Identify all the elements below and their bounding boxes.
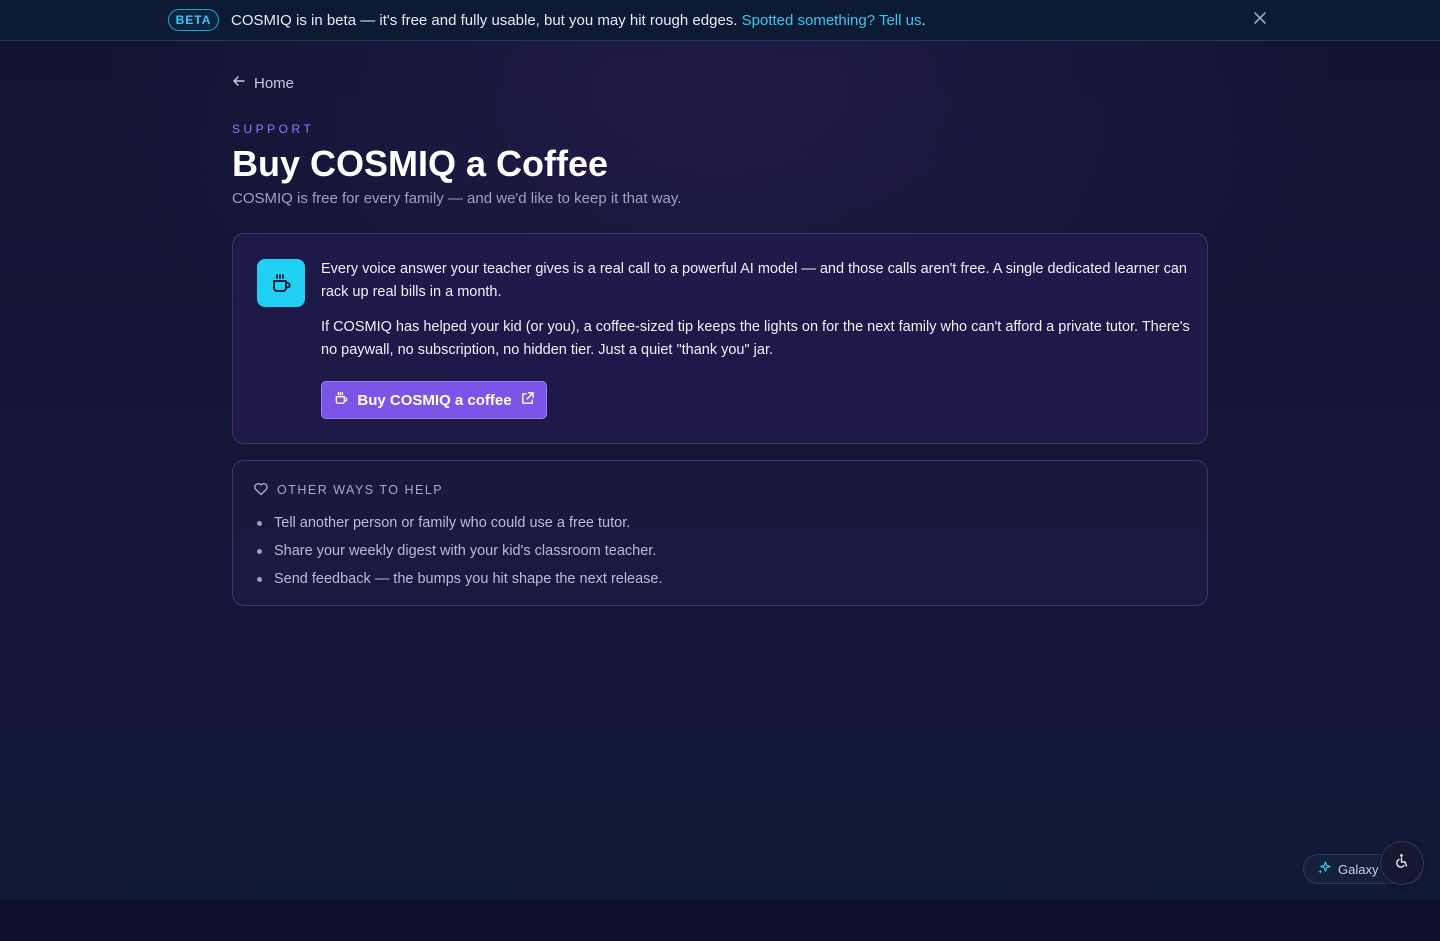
bullet-icon [257, 520, 262, 526]
other-ways-title: OTHER WAYS TO HELP [277, 483, 444, 497]
heart-icon [253, 481, 269, 500]
coffee-small-icon [333, 390, 349, 410]
list-item-text: Share your weekly digest with your kid's… [274, 543, 657, 559]
list-item: Share your weekly digest with your kid's… [257, 537, 663, 565]
accessibility-icon [1394, 853, 1410, 874]
support-paragraph-1: Every voice answer your teacher gives is… [321, 261, 1187, 300]
list-item-text: Tell another person or family who could … [274, 515, 631, 531]
bullet-icon [257, 576, 262, 582]
beta-banner: BETA COSMIQ is in beta — it's free and f… [0, 0, 1440, 41]
accessibility-button[interactable] [1380, 841, 1424, 885]
page-footer-strip [0, 900, 1440, 941]
banner-message: COSMIQ is in beta — it's free and fully … [231, 12, 926, 29]
page-eyebrow: SUPPORT [232, 122, 315, 136]
page-background [0, 0, 1440, 900]
coffee-icon [257, 259, 305, 307]
external-link-icon [520, 391, 535, 410]
galaxy-label: Galaxy [1338, 861, 1379, 877]
arrow-left-icon [232, 74, 246, 92]
bullet-icon [257, 548, 262, 554]
banner-message-text: COSMIQ is in beta — it's free and fully … [231, 12, 738, 29]
support-card: Every voice answer your teacher gives is… [232, 233, 1208, 444]
list-item: Tell another person or family who could … [257, 509, 663, 537]
list-item: Send feedback — the bumps you hit shape … [257, 565, 663, 593]
back-home-label: Home [254, 74, 295, 92]
buy-coffee-label: Buy COSMIQ a coffee [357, 391, 512, 409]
support-paragraph-2: If COSMIQ has helped your kid (or you), … [321, 319, 1190, 358]
help-list: Tell another person or family who could … [257, 509, 663, 593]
page-title: Buy COSMIQ a Coffee [232, 143, 609, 184]
feedback-link[interactable]: Spotted something? Tell us [742, 12, 922, 29]
page-subtitle: COSMIQ is free for every family — and we… [232, 190, 682, 207]
list-item-text: Send feedback — the bumps you hit shape … [274, 571, 663, 587]
beta-badge: BETA [168, 9, 219, 31]
banner-suffix: . [921, 12, 926, 29]
back-home-link[interactable]: Home [232, 73, 294, 93]
other-ways-header: OTHER WAYS TO HELP [253, 481, 443, 499]
buy-coffee-button[interactable]: Buy COSMIQ a coffee [321, 381, 547, 419]
sparkle-icon [1317, 860, 1332, 878]
other-ways-card: OTHER WAYS TO HELP Tell another person o… [232, 460, 1208, 606]
close-icon[interactable] [1251, 11, 1269, 29]
